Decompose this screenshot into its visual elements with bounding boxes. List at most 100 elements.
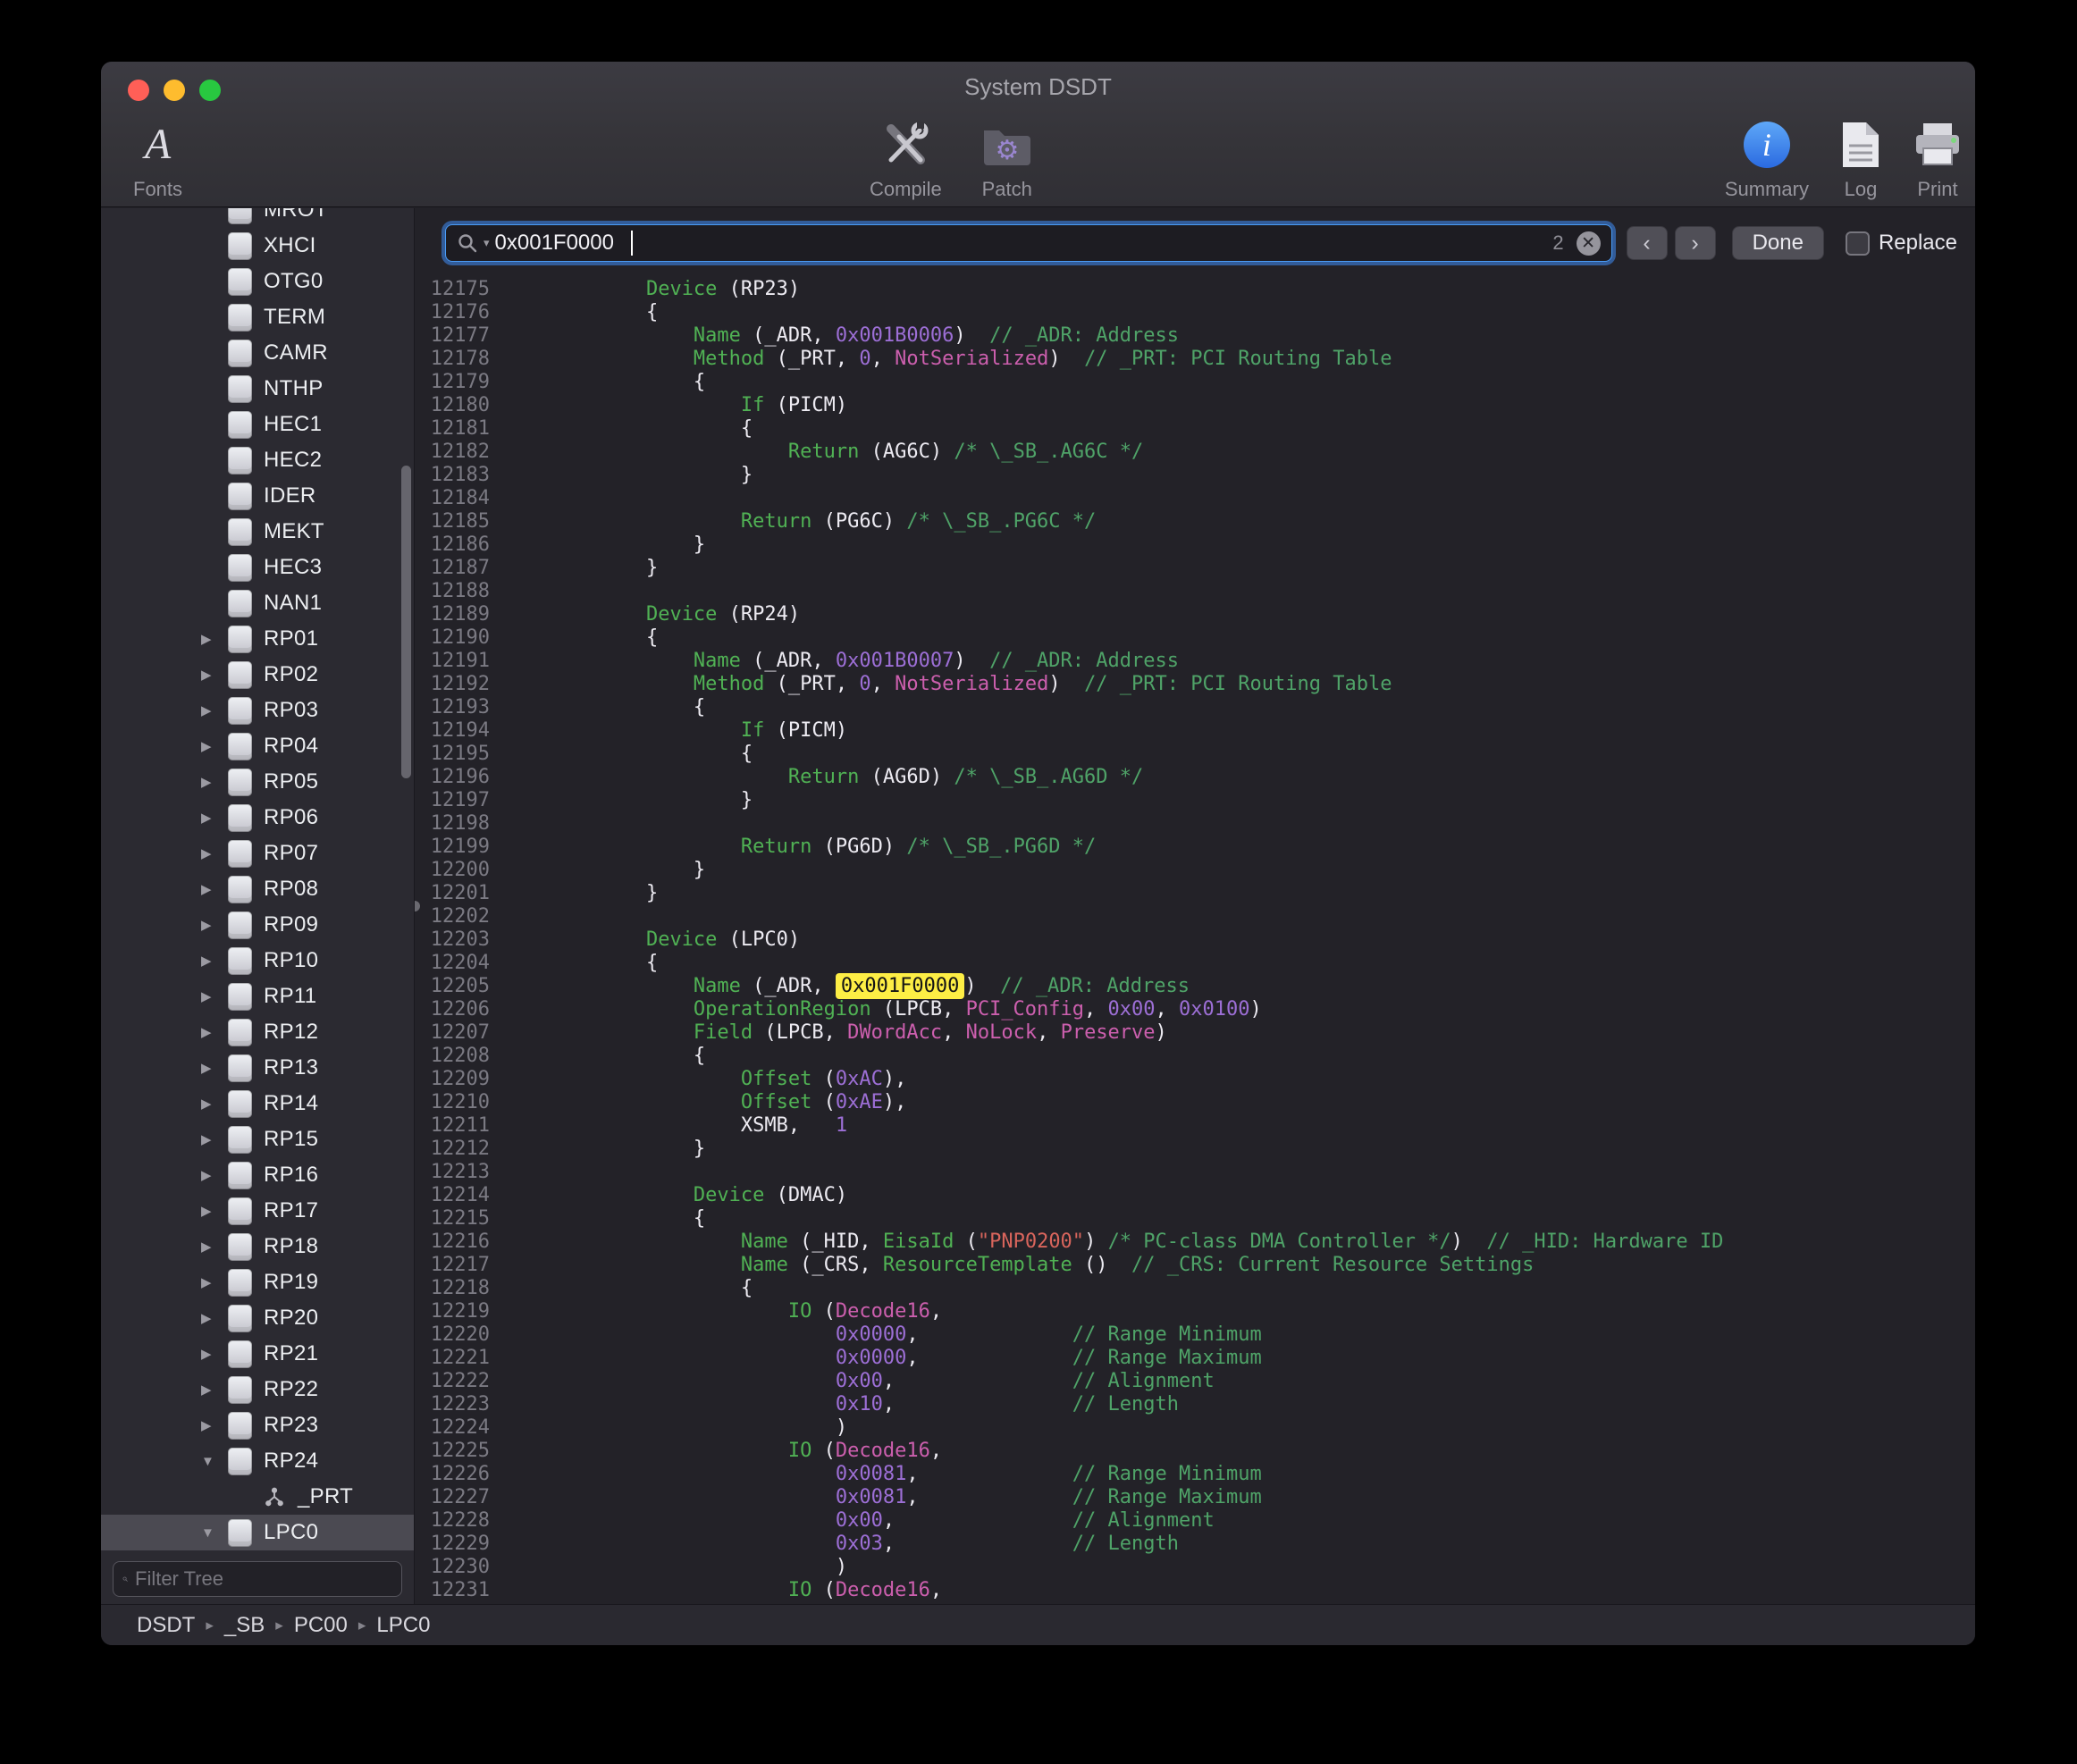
sidebar-item-nthp[interactable]: NTHP — [101, 371, 414, 407]
device-icon — [228, 1448, 252, 1475]
sidebar-item-mekt[interactable]: MEKT — [101, 514, 414, 550]
disclosure-triangle-icon[interactable]: ▶ — [201, 845, 228, 861]
disclosure-triangle-icon[interactable]: ▶ — [201, 1239, 228, 1255]
sidebar-item-rp09[interactable]: ▶RP09 — [101, 907, 414, 943]
sidebar-item-rp20[interactable]: ▶RP20 — [101, 1300, 414, 1336]
filter-tree-input[interactable] — [135, 1567, 392, 1591]
disclosure-triangle-icon[interactable]: ▶ — [201, 1024, 228, 1040]
done-button[interactable]: Done — [1732, 226, 1824, 260]
find-next-button[interactable]: › — [1675, 226, 1716, 260]
sidebar-item-hec1[interactable]: HEC1 — [101, 407, 414, 442]
sidebar-item-xhci[interactable]: XHCI — [101, 228, 414, 264]
disclosure-triangle-icon[interactable]: ▶ — [201, 1096, 228, 1112]
sidebar-item-rp08[interactable]: ▶RP08 — [101, 871, 414, 907]
sidebar-item-rp05[interactable]: ▶RP05 — [101, 764, 414, 800]
disclosure-triangle-icon[interactable]: ▶ — [201, 1382, 228, 1398]
sidebar-item-nan1[interactable]: NAN1 — [101, 585, 414, 621]
line-number: 12180 — [415, 394, 504, 417]
sidebar-item-rp02[interactable]: ▶RP02 — [101, 657, 414, 693]
print-button[interactable]: Print — [1913, 119, 1963, 201]
breadcrumb-item[interactable]: LPC0 — [376, 1613, 430, 1638]
sidebar-item-rp15[interactable]: ▶RP15 — [101, 1121, 414, 1157]
disclosure-triangle-icon[interactable]: ▶ — [201, 667, 228, 683]
sidebar-item-rp10[interactable]: ▶RP10 — [101, 943, 414, 979]
sidebar-item-rp03[interactable]: ▶RP03 — [101, 693, 414, 728]
sidebar-item-term[interactable]: TERM — [101, 299, 414, 335]
device-icon — [228, 1126, 252, 1154]
sidebar-item-rp14[interactable]: ▶RP14 — [101, 1086, 414, 1121]
line-number: 12213 — [415, 1161, 504, 1184]
disclosure-triangle-icon[interactable]: ▶ — [201, 1346, 228, 1362]
sidebar-item-rp07[interactable]: ▶RP07 — [101, 836, 414, 871]
code-line: 12210 Offset (0xAE), — [415, 1091, 1975, 1114]
sidebar-item-rp19[interactable]: ▶ RP19 — [101, 1264, 414, 1300]
disclosure-triangle-icon[interactable]: ▶ — [201, 631, 228, 647]
sidebar-item-rp04[interactable]: ▶RP04 — [101, 728, 414, 764]
sidebar-item-rp23[interactable]: ▶RP23 — [101, 1407, 414, 1443]
disclosure-triangle-icon[interactable]: ▶ — [201, 1131, 228, 1147]
code-editor[interactable]: 12175 Device (RP23)12176 {12177 Name (_A… — [415, 278, 1975, 1604]
sidebar-item-rp18[interactable]: ▶RP18 — [101, 1229, 414, 1264]
disclosure-triangle-icon[interactable]: ▶ — [201, 810, 228, 826]
line-number: 12217 — [415, 1254, 504, 1277]
sidebar-item-rp06[interactable]: ▶RP06 — [101, 800, 414, 836]
sidebar-item-rp24[interactable]: ▼RP24 — [101, 1443, 414, 1479]
sidebar-item-camr[interactable]: CAMR — [101, 335, 414, 371]
summary-button[interactable]: i Summary — [1725, 119, 1809, 201]
fonts-button[interactable]: A Fonts — [133, 119, 182, 201]
sidebar-item-label: CAMR — [264, 340, 328, 365]
sidebar-item-label: RP12 — [264, 1020, 318, 1045]
disclosure-triangle-icon[interactable]: ▶ — [201, 1274, 228, 1290]
disclosure-triangle-icon[interactable]: ▶ — [201, 774, 228, 790]
compile-label: Compile — [870, 178, 942, 201]
sidebar-item-label: RP19 — [264, 1270, 318, 1295]
disclosure-triangle-icon[interactable]: ▶ — [201, 1167, 228, 1183]
sidebar-item-rp12[interactable]: ▶ RP12 — [101, 1014, 414, 1050]
sidebar-item-prt[interactable]: _PRT — [101, 1479, 414, 1515]
breadcrumb-item[interactable]: PC00 — [294, 1613, 348, 1638]
disclosure-triangle-icon[interactable]: ▶ — [201, 1310, 228, 1326]
search-options-chevron-icon[interactable]: ▾ — [484, 236, 490, 250]
disclosure-triangle-icon[interactable]: ▶ — [201, 917, 228, 933]
disclosure-triangle-icon[interactable]: ▼ — [201, 1525, 228, 1541]
find-previous-button[interactable]: ‹ — [1627, 226, 1668, 260]
sidebar-item-rp22[interactable]: ▶RP22 — [101, 1372, 414, 1407]
sidebar-item-label: RP16 — [264, 1163, 318, 1188]
clear-search-icon[interactable]: ✕ — [1577, 231, 1601, 256]
breadcrumb-item[interactable]: DSDT — [137, 1613, 195, 1638]
replace-checkbox[interactable] — [1846, 231, 1870, 256]
disclosure-triangle-icon[interactable]: ▶ — [201, 1417, 228, 1433]
disclosure-triangle-icon[interactable]: ▶ — [201, 988, 228, 1004]
sidebar-item-rp17[interactable]: ▶RP17 — [101, 1193, 414, 1229]
disclosure-triangle-icon[interactable]: ▶ — [201, 1060, 228, 1076]
sidebar-tree[interactable]: MROTXHCIOTG0TERM CAMR NTHPHEC1HEC2IDERMEKT… — [101, 208, 414, 1554]
sidebar-item-otg0[interactable]: OTG0 — [101, 264, 414, 299]
patch-button[interactable]: ⚙ Patch — [981, 119, 1033, 201]
sidebar-item-rp16[interactable]: ▶ RP16 — [101, 1157, 414, 1193]
sidebar-item-ider[interactable]: IDER — [101, 478, 414, 514]
disclosure-triangle-icon[interactable]: ▶ — [201, 953, 228, 969]
sidebar-item-rp13[interactable]: ▶RP13 — [101, 1050, 414, 1086]
disclosure-triangle-icon[interactable]: ▼ — [201, 1454, 228, 1469]
sidebar-item-hec3[interactable]: HEC3 — [101, 550, 414, 585]
search-input[interactable] — [495, 231, 629, 256]
device-icon — [228, 733, 252, 760]
breadcrumb-item[interactable]: _SB — [224, 1613, 265, 1638]
code-text: Device (LPC0) — [504, 928, 800, 951]
disclosure-triangle-icon[interactable]: ▶ — [201, 881, 228, 897]
disclosure-triangle-icon[interactable]: ▶ — [201, 702, 228, 718]
find-field[interactable]: ▾ 2 ✕ — [445, 224, 1612, 262]
sidebar-item-rp01[interactable]: ▶RP01 — [101, 621, 414, 657]
sidebar-scrollbar-thumb[interactable] — [401, 466, 411, 778]
sidebar-item-rp21[interactable]: ▶RP21 — [101, 1336, 414, 1372]
compile-button[interactable]: Compile — [870, 119, 942, 201]
filter-tree-field[interactable] — [113, 1561, 402, 1597]
sidebar-item-lpc0[interactable]: ▼LPC0 — [101, 1515, 414, 1550]
log-button[interactable]: Log — [1841, 119, 1880, 201]
sidebar-item-rp11[interactable]: ▶RP11 — [101, 979, 414, 1014]
disclosure-triangle-icon[interactable]: ▶ — [201, 738, 228, 754]
sidebar-item-hec2[interactable]: HEC2 — [101, 442, 414, 478]
code-text: 0x0081, // Range Minimum — [504, 1463, 1262, 1485]
disclosure-triangle-icon[interactable]: ▶ — [201, 1203, 228, 1219]
sidebar-item-mrot[interactable]: MROT — [101, 208, 414, 228]
